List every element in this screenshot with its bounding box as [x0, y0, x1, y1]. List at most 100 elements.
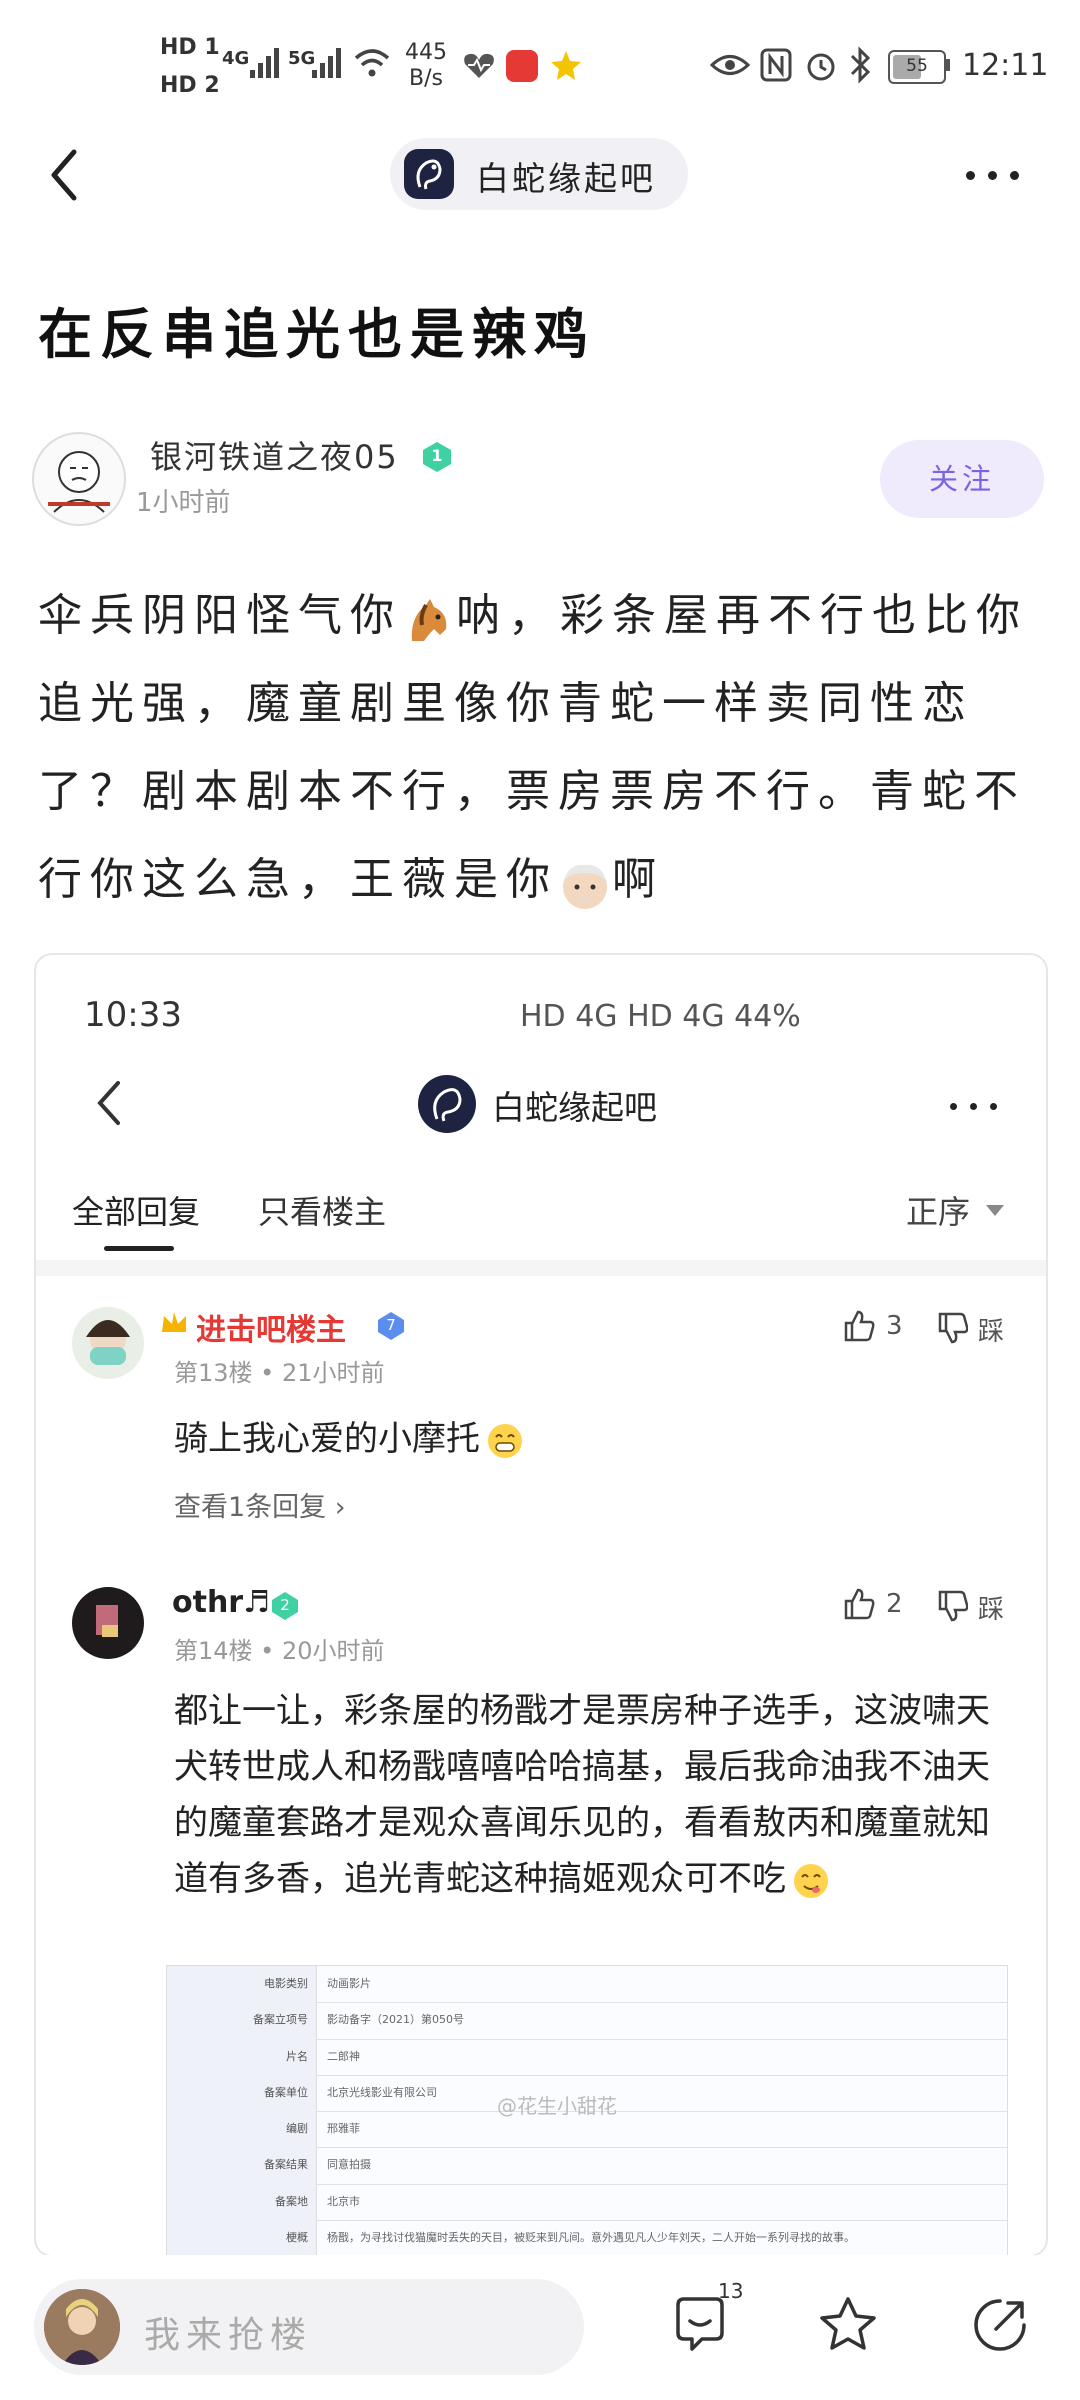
embedded-forum-logo-icon: [418, 1075, 476, 1133]
comment-level-badge: 7: [376, 1311, 406, 1341]
alarm-icon: [807, 53, 835, 81]
bluetooth-icon: [850, 46, 871, 84]
comment-level-number: 7: [386, 1316, 396, 1334]
comment-icon[interactable]: [670, 2295, 730, 2355]
document-row-value: 同意拍摄: [327, 2158, 371, 2172]
thumbs-down-icon: [938, 1590, 968, 1622]
thumbs-up-icon: [844, 1310, 875, 1342]
star-notification-icon: [551, 51, 581, 80]
app-notification-icon: [506, 50, 538, 82]
level-number: 1: [431, 446, 443, 465]
sim-label-2: HD 2: [160, 73, 220, 98]
embedded-forum-name: 白蛇缘起吧: [492, 1088, 657, 1127]
dislike-label: 踩: [978, 1317, 1005, 1347]
embedded-sort: 正序: [906, 1193, 971, 1231]
net-speed-unit: B/s: [409, 66, 443, 91]
forum-header-pill[interactable]: 白蛇缘起吧: [390, 138, 688, 210]
watermark: @花生小甜花: [497, 2094, 617, 2118]
document-row-label: 电影类别: [167, 1966, 317, 2003]
follow-button[interactable]: 关注: [880, 440, 1044, 518]
embedded-back-icon: [97, 1081, 120, 1125]
comment-text-content: 都让一让，彩条屋的杨戬才是票房种子选手，这波啸天犬转世成人和杨戬嘻嘻哈哈搞基，最…: [174, 1691, 990, 1899]
post-time: 1小时前: [136, 488, 231, 518]
clock: 12:11: [962, 48, 1049, 83]
like-count: 3: [886, 1311, 903, 1341]
document-row: 备案立项号 影动备字（2021）第050号: [167, 2002, 1007, 2040]
level-badge: 1: [420, 440, 454, 474]
eye-icon: [710, 55, 750, 75]
thumbs-up-icon: [844, 1588, 875, 1620]
author-name[interactable]: 银河铁道之夜05: [150, 432, 399, 478]
battery-level: 55: [906, 56, 928, 76]
thumbs-down-icon: [938, 1312, 968, 1344]
forum-logo-icon: [404, 149, 454, 199]
embedded-tab-underline: [104, 1246, 174, 1251]
document-row-label: 备案立项号: [167, 2002, 317, 2039]
document-row-value: 动画影片: [327, 1977, 371, 1990]
yum-emoji: [794, 1863, 828, 1898]
document-row-label: 片名: [167, 2038, 317, 2075]
horse-emoji: [402, 591, 456, 645]
more-options-icon[interactable]: [960, 160, 1030, 190]
comment-level-number: 2: [280, 1596, 290, 1614]
net-speed-value: 445: [405, 40, 447, 65]
comment-meta: 第13楼 • 21小时前: [174, 1359, 385, 1387]
network-label-1: 4G: [222, 48, 250, 69]
comment-author-name: 进击吧楼主: [196, 1313, 346, 1348]
post-body: 伞兵阴阳怪气你 呐，彩条屋再不行也比你追光强，魔童剧里像你青蛇一样卖同性恋了？剧本…: [38, 572, 1048, 924]
embedded-tab-op-only: 只看楼主: [258, 1193, 387, 1231]
reply-input[interactable]: 我来抢楼: [34, 2279, 584, 2375]
favorite-star-icon[interactable]: [816, 2295, 880, 2355]
comment-level-badge: 2: [270, 1591, 300, 1621]
user-avatar: [44, 2289, 120, 2365]
document-row: 片名 二郎神: [167, 2038, 1007, 2076]
status-bar: HD 1 HD 2 4G 5G 445 B/s 55 12:11: [0, 0, 1080, 130]
embedded-tab-all-replies: 全部回复: [72, 1193, 201, 1231]
document-row-value: 邢雅菲: [327, 2122, 360, 2135]
document-row-label: 备案地: [167, 2183, 317, 2220]
comment-author-name: othr♬: [172, 1585, 270, 1620]
document-row-value: 杨戬，为寻找讨伐猫魔时丢失的天目，被贬来到凡间。意外遇见凡人少年刘天，二人开始一…: [327, 2230, 855, 2244]
post-body-segment-3: 啊: [612, 854, 664, 905]
post-body-segment-1: 伞兵阴阳怪气你: [38, 590, 402, 641]
document-row-label: 编剧: [167, 2111, 317, 2148]
share-icon[interactable]: [970, 2295, 1030, 2355]
sort-caret-icon: [986, 1205, 1004, 1216]
document-row-label: 梗概: [167, 2219, 317, 2255]
wifi-icon: [354, 49, 390, 77]
document-row-label: 备案单位: [167, 2074, 317, 2111]
like-count: 2: [886, 1589, 903, 1619]
forum-name: 白蛇缘起吧: [476, 159, 656, 198]
nfc-icon: [760, 48, 792, 82]
crown-icon: [162, 1312, 186, 1332]
document-row: 梗概 杨戬，为寻找讨伐猫魔时丢失的天目，被贬来到凡间。意外遇见凡人少年刘天，二人开…: [167, 2219, 1007, 2255]
embedded-time: 10:33: [84, 995, 182, 1035]
back-icon[interactable]: [38, 140, 98, 210]
document-row: 备案地 北京市: [167, 2183, 1007, 2221]
comment-text: 骑上我心爱的小摩托: [174, 1411, 994, 1467]
document-row-value: 北京市: [327, 2194, 360, 2208]
comment-count: 13: [718, 2279, 744, 2303]
signal-icon-1: [250, 48, 279, 78]
comment-avatar: [72, 1587, 144, 1659]
old-man-emoji: [558, 855, 612, 909]
embedded-more-icon: [946, 1097, 1006, 1117]
comment-text-content: 骑上我心爱的小摩托: [174, 1419, 480, 1459]
embedded-screenshot[interactable]: 10:33 HD 4G HD 4G 44% 白蛇缘起吧 全部回复 只看楼主 正序…: [34, 953, 1048, 2257]
sim-label-1: HD 1: [160, 35, 220, 60]
comment-text: 都让一让，彩条屋的杨戬才是票房种子选手，这波啸天犬转世成人和杨戬嘻嘻哈哈搞基，最…: [174, 1683, 1004, 1907]
embedded-divider: [36, 1260, 1046, 1276]
net-speed: 445 B/s: [405, 40, 447, 92]
document-row-value: 二郎神: [327, 2049, 360, 2063]
battery-tip: [946, 59, 950, 71]
document-row-label: 备案结果: [167, 2147, 317, 2184]
author-avatar[interactable]: [32, 432, 126, 526]
battery-icon: 55: [888, 50, 946, 84]
grin-emoji: [488, 1423, 522, 1458]
filing-document-image: 电影类别 动画影片 备案立项号 影动备字（2021）第050号 片名 二郎神 备案单位 北京光…: [166, 1965, 1008, 2255]
view-replies-link: 查看1条回复 ›: [174, 1492, 346, 1523]
health-icon: [464, 53, 494, 78]
comment-avatar: [72, 1307, 144, 1379]
embedded-system-status: HD 4G HD 4G 44%: [520, 999, 801, 1034]
dislike-label: 踩: [978, 1595, 1005, 1625]
